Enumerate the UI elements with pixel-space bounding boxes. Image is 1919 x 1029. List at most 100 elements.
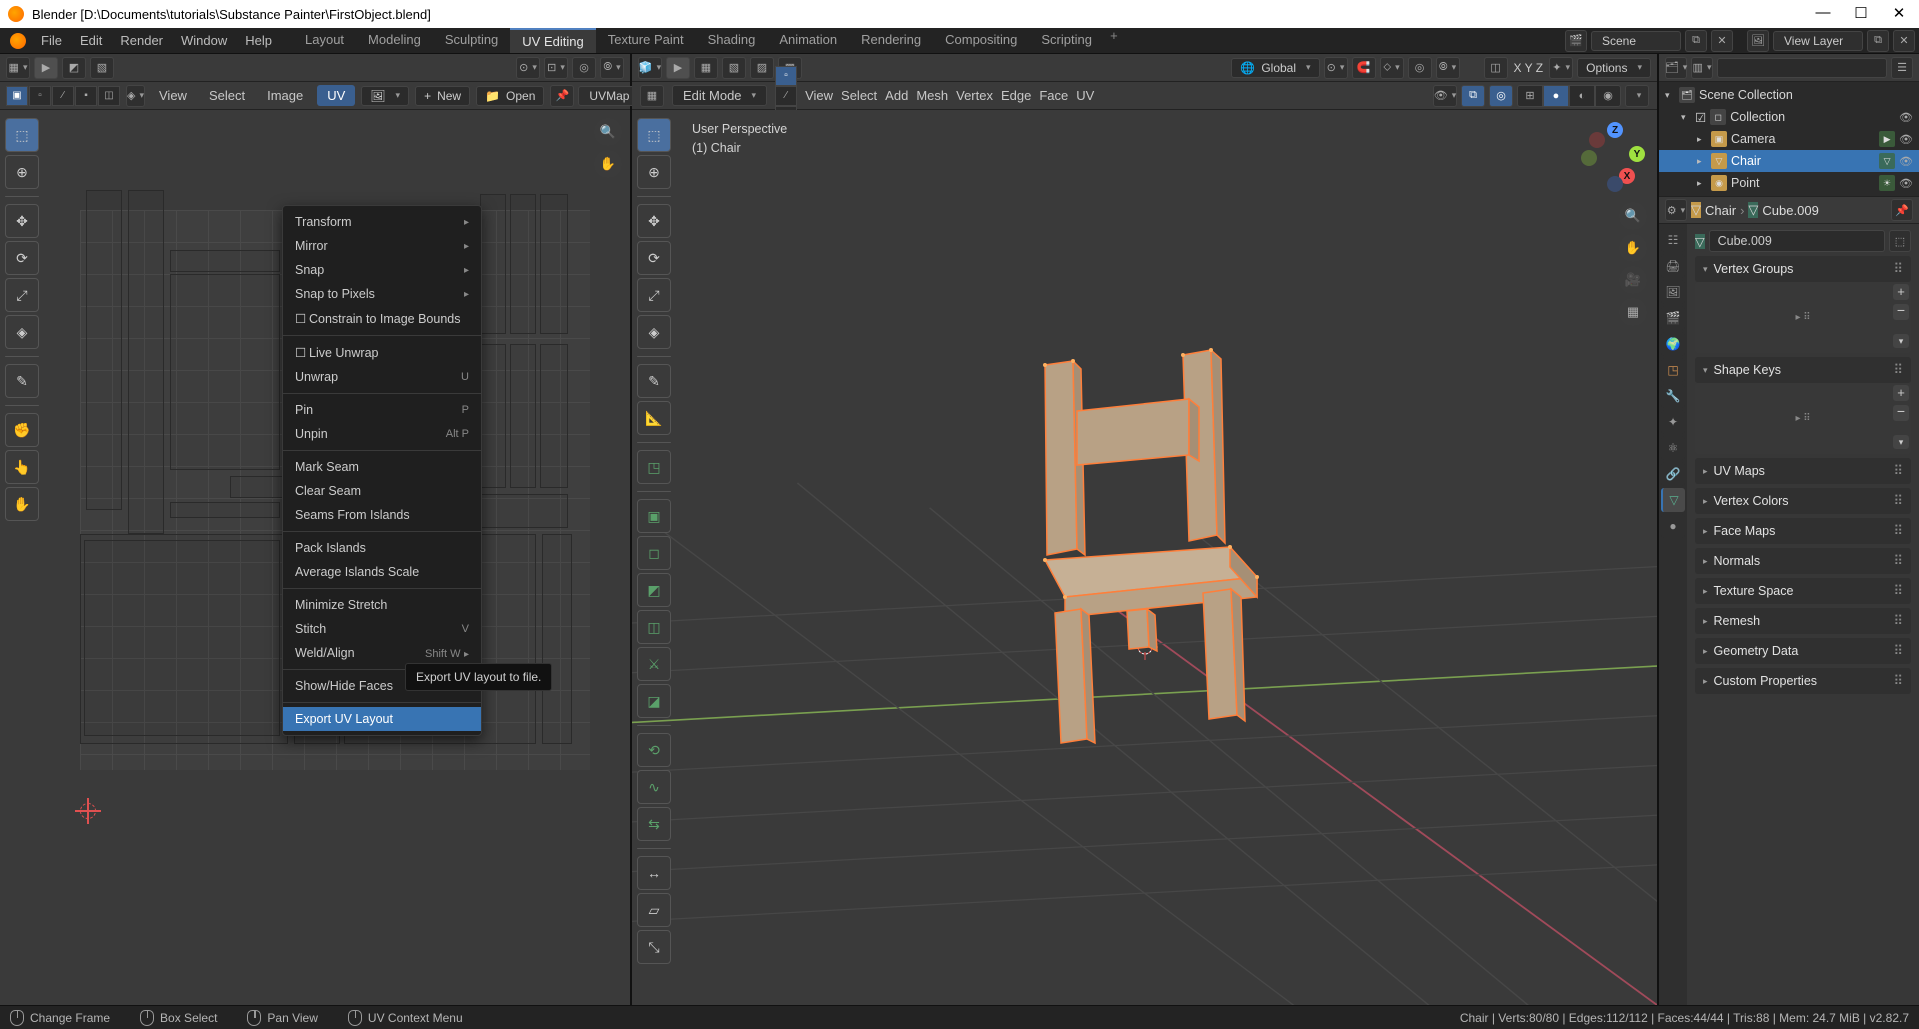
section-texture-space[interactable]: ▸Texture Space⠿ bbox=[1695, 578, 1911, 604]
section-vertex-groups[interactable]: ▾Vertex Groups⠿ bbox=[1695, 256, 1911, 282]
viewport-canvas[interactable]: ⬚ ⊕ ✥ ⟳ ⤢ ◈ ✎ 📐 ◳ ▣ ◻ ◩ ◫ bbox=[632, 110, 1657, 1005]
vp-shading-lookdev-icon[interactable]: ◐ bbox=[1569, 85, 1595, 107]
uv-edge-select-icon[interactable]: ∕ bbox=[52, 86, 74, 106]
vp-menu-vertex[interactable]: Vertex bbox=[956, 88, 993, 103]
ptab-object-icon[interactable]: ◳ bbox=[1661, 358, 1685, 382]
scene-browse-icon[interactable]: 🎬 bbox=[1565, 30, 1587, 52]
section-geometry-data[interactable]: ▸Geometry Data⠿ bbox=[1695, 638, 1911, 664]
add-vgroup-button[interactable]: + bbox=[1893, 284, 1909, 300]
uv-display-alpha-icon[interactable]: ▧ bbox=[90, 57, 114, 79]
vp-tool-annotate[interactable]: ✎ bbox=[637, 364, 671, 398]
tab-animation[interactable]: Animation bbox=[767, 28, 849, 53]
vp-proportional-falloff-icon[interactable]: ⦾▾ bbox=[1436, 57, 1460, 79]
viewport-nav-gizmo[interactable]: Z Y X bbox=[1577, 120, 1647, 190]
section-remesh[interactable]: ▸Remesh⠿ bbox=[1695, 608, 1911, 634]
datablock-mesh-icon[interactable]: ▽ bbox=[1695, 234, 1705, 249]
vp-mode-selector[interactable]: Edit Mode▾ bbox=[672, 85, 767, 106]
vp-options-button[interactable]: Options▾ bbox=[1577, 58, 1651, 78]
vp-menu-add[interactable]: Add bbox=[885, 88, 908, 103]
tab-shading[interactable]: Shading bbox=[696, 28, 768, 53]
vp-tool-loopcut[interactable]: ◫ bbox=[637, 610, 671, 644]
dd-snap-pixels[interactable]: Snap to Pixels▸ bbox=[283, 282, 481, 306]
vp-select-mode-1-icon[interactable]: ▦ bbox=[694, 57, 718, 79]
viewlayer-new-button[interactable]: ⧉ bbox=[1867, 30, 1889, 52]
uv-pivot-icon[interactable]: ⊙▾ bbox=[516, 57, 540, 79]
vp-select-mode-2-icon[interactable]: ▧ bbox=[722, 57, 746, 79]
vp-shading-rendered-icon[interactable]: ◉ bbox=[1595, 85, 1621, 107]
ptab-viewlayer-icon[interactable]: 🖼 bbox=[1661, 280, 1685, 304]
outliner-scene-collection[interactable]: ▾🗂 Scene Collection bbox=[1659, 84, 1919, 106]
uv-island-select-icon[interactable]: ◫ bbox=[98, 86, 120, 106]
vp-menu-uv[interactable]: UV bbox=[1076, 88, 1094, 103]
vp-pivot-icon[interactable]: ⊙▾ bbox=[1324, 57, 1348, 79]
scene-new-button[interactable]: ⧉ bbox=[1685, 30, 1707, 52]
props-pin-icon[interactable]: 📌 bbox=[1891, 199, 1913, 221]
vp-tool-scale[interactable]: ⤢ bbox=[637, 278, 671, 312]
vp-tool-move[interactable]: ✥ bbox=[637, 204, 671, 238]
uv-sticky-select-icon[interactable]: ◈▾ bbox=[126, 85, 145, 107]
shapekey-specials-icon[interactable]: ▾ bbox=[1893, 435, 1909, 449]
dd-minimize-stretch[interactable]: Minimize Stretch bbox=[283, 593, 481, 617]
uv-vertex-select-icon[interactable]: ▫ bbox=[29, 86, 51, 106]
add-shapekey-button[interactable]: + bbox=[1893, 385, 1909, 401]
vp-vertex-select-icon[interactable]: ▫ bbox=[775, 66, 797, 86]
vgroup-specials-icon[interactable]: ▾ bbox=[1893, 334, 1909, 348]
tab-scripting[interactable]: Scripting bbox=[1029, 28, 1104, 53]
vp-editor-type-icon[interactable]: 🧊▾ bbox=[638, 57, 662, 79]
axis-z-icon[interactable]: Z bbox=[1607, 122, 1623, 138]
uv-menu-view[interactable]: View bbox=[151, 88, 195, 103]
vp-menu-mesh[interactable]: Mesh bbox=[916, 88, 948, 103]
window-minimize-button[interactable]: — bbox=[1813, 4, 1833, 22]
tab-layout[interactable]: Layout bbox=[293, 28, 356, 53]
dd-live-unwrap[interactable]: ☐Live Unwrap bbox=[283, 340, 481, 365]
axis-y-icon[interactable]: Y bbox=[1629, 146, 1645, 162]
uv-proportional-icon[interactable]: ◎ bbox=[572, 57, 596, 79]
vp-tool-polybuild[interactable]: ◪ bbox=[637, 684, 671, 718]
vp-automerge-icon[interactable]: ✦▾ bbox=[1549, 57, 1573, 79]
uv-proportional-falloff-icon[interactable]: ⦾▾ bbox=[600, 57, 624, 79]
section-normals[interactable]: ▸Normals⠿ bbox=[1695, 548, 1911, 574]
tab-rendering[interactable]: Rendering bbox=[849, 28, 933, 53]
vp-visibility-icon[interactable]: 👁▾ bbox=[1433, 85, 1457, 107]
uv-2d-cursor[interactable] bbox=[75, 798, 101, 824]
menu-file[interactable]: File bbox=[32, 33, 71, 48]
vp-snap-type-icon[interactable]: ⬦▾ bbox=[1380, 57, 1404, 79]
props-panel[interactable]: ▽ Cube.009 ⬚ ▾Vertex Groups⠿ +−▾▸ ⠿ ▾Sha… bbox=[1687, 224, 1919, 1005]
vp-tool-inset[interactable]: ◻ bbox=[637, 536, 671, 570]
vp-tool-measure[interactable]: 📐 bbox=[637, 401, 671, 435]
vp-camera-button[interactable]: 🎥 bbox=[1619, 266, 1647, 294]
props-editor-type-icon[interactable]: ⚙▾ bbox=[1665, 199, 1687, 221]
tab-texture-paint[interactable]: Texture Paint bbox=[596, 28, 696, 53]
vp-snap-magnet-icon[interactable]: 🧲 bbox=[1352, 57, 1376, 79]
dd-clear-seam[interactable]: Clear Seam bbox=[283, 479, 481, 503]
vp-proportional-icon[interactable]: ◎ bbox=[1408, 57, 1432, 79]
vp-tool-cursor[interactable]: ⊕ bbox=[637, 155, 671, 189]
vp-tool-spin[interactable]: ⟲ bbox=[637, 733, 671, 767]
breadcrumb-cube[interactable]: Cube.009 bbox=[1762, 203, 1818, 218]
dd-unwrap[interactable]: UnwrapU bbox=[283, 365, 481, 389]
vp-edge-select-icon[interactable]: ∕ bbox=[775, 86, 797, 106]
window-close-button[interactable]: ✕ bbox=[1889, 4, 1909, 22]
uv-menu-select[interactable]: Select bbox=[201, 88, 253, 103]
vp-overlays-icon[interactable]: ◎ bbox=[1489, 85, 1513, 107]
section-shape-keys[interactable]: ▾Shape Keys⠿ bbox=[1695, 357, 1911, 383]
axis-neg-x-icon[interactable] bbox=[1589, 132, 1605, 148]
scene-unlink-button[interactable]: ✕ bbox=[1711, 30, 1733, 52]
vp-shading-dropdown-icon[interactable]: ▾ bbox=[1625, 85, 1649, 107]
vp-perspective-button[interactable]: ▦ bbox=[1619, 298, 1647, 326]
outliner-collection[interactable]: ▾☑◻ Collection 👁 bbox=[1659, 106, 1919, 128]
uv-image-browse-icon[interactable]: 🖼▾ bbox=[361, 86, 409, 106]
outliner-type-icon[interactable]: 🗂▾ bbox=[1665, 57, 1687, 79]
section-face-maps[interactable]: ▸Face Maps⠿ bbox=[1695, 518, 1911, 544]
tab-compositing[interactable]: Compositing bbox=[933, 28, 1029, 53]
uv-cursor-tool-icon[interactable]: ▶ bbox=[34, 57, 58, 79]
vp-menu-view[interactable]: View bbox=[805, 88, 833, 103]
dd-mirror[interactable]: Mirror▸ bbox=[283, 234, 481, 258]
ptab-world-icon[interactable]: 🌍 bbox=[1661, 332, 1685, 356]
tab-uv-editing[interactable]: UV Editing bbox=[510, 28, 595, 53]
vp-cursor-tool-icon[interactable]: ▶ bbox=[666, 57, 690, 79]
vp-tool-add-cube[interactable]: ◳ bbox=[637, 450, 671, 484]
uv-tool-move[interactable]: ✥ bbox=[5, 204, 39, 238]
uv-tool-rotate[interactable]: ⟳ bbox=[5, 241, 39, 275]
viewlayer-remove-button[interactable]: ✕ bbox=[1893, 30, 1915, 52]
